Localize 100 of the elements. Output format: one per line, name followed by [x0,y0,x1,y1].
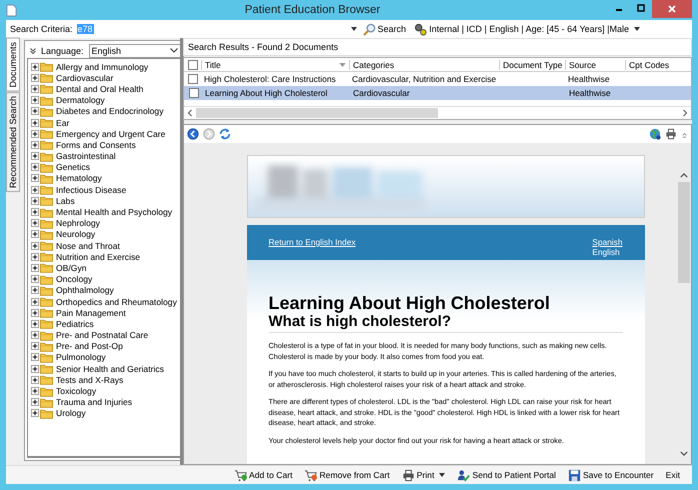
column-header[interactable]: Categories [349,60,499,70]
expand-icon[interactable] [31,152,39,160]
scroll-left-icon[interactable] [187,109,193,117]
column-header[interactable]: Document Type [499,60,565,70]
expand-icon[interactable] [31,398,39,406]
expand-icon[interactable] [31,208,39,216]
tree-item[interactable]: Diabetes and Endocrinology [56,106,164,116]
globe-icon[interactable] [649,128,661,140]
action-button[interactable]: Send to Patient Portal [455,468,558,482]
tree-item[interactable]: Mental Health and Psychology [56,207,172,218]
expand-icon[interactable] [31,331,39,340]
tree-item[interactable]: Nutrition and Exercise [56,252,140,262]
expand-icon[interactable] [31,107,39,116]
tree-item[interactable]: Cardiovascular [56,72,114,83]
expand-icon[interactable] [31,219,39,228]
tree-item[interactable]: Pain Management [56,308,126,318]
tree-item[interactable]: Urology [56,408,86,418]
expand-icon[interactable] [31,163,39,172]
expand-icon[interactable] [31,118,39,127]
tree-item[interactable]: Forms and Consents [56,140,136,150]
tree-item[interactable]: Pre- and Post-Op [56,341,123,352]
row-checkbox[interactable] [188,74,198,84]
expand-icon[interactable] [31,196,39,205]
tree-item[interactable]: Tests and X-Rays [56,374,124,385]
tree-item[interactable]: Ear [56,118,70,128]
scrollbar-thumb[interactable] [678,182,690,283]
result-row[interactable]: Learning About High Cholesterol Cardiovascular Healthwise [184,86,691,100]
close-button[interactable] [652,0,692,18]
tree-item[interactable]: Toxicology [56,386,96,396]
expand-icon[interactable] [31,320,39,328]
tree-item[interactable]: Pediatrics [56,318,94,329]
expand-icon[interactable] [31,242,39,250]
scroll-down-icon[interactable] [680,451,688,456]
row-checkbox[interactable] [188,88,198,98]
scrollbar-thumb[interactable] [196,108,438,118]
expand-icon[interactable] [31,174,39,182]
scroll-right-icon[interactable] [682,109,688,117]
tree-item[interactable]: Orthopedics and Rheumatology [56,296,177,307]
side-tab[interactable]: Documents [6,38,20,92]
action-button[interactable]: Exit [664,470,682,480]
action-button[interactable]: Remove from Cart [302,468,392,482]
expand-icon[interactable] [31,96,39,104]
dropdown-caret-icon[interactable] [350,27,357,31]
tree-item[interactable]: OB/Gyn [56,262,87,273]
side-tab[interactable]: Recommended Search [6,92,20,192]
language-link[interactable]: Spanish [592,237,622,247]
action-button[interactable]: Add to Cart [232,468,294,482]
action-button[interactable]: Save to Encounter [566,468,656,482]
expand-icon[interactable] [31,308,39,317]
tree-item[interactable]: Nephrology [56,218,100,228]
tree-item[interactable]: Gastrointestinal [56,151,116,162]
expand-icon[interactable] [31,298,39,306]
tree-item[interactable]: Pulmonology [56,352,106,362]
expand-icon[interactable] [31,409,39,418]
tree-item[interactable]: Nose and Throat [56,240,120,251]
printer-icon[interactable] [665,128,677,140]
tree-item[interactable]: Trauma and Injuries [56,397,132,408]
expand-icon[interactable] [31,84,39,93]
language-dropdown[interactable]: English [88,44,181,58]
expand-icon[interactable] [31,342,39,350]
tree-item[interactable]: Dental and Oral Health [56,84,144,94]
expand-icon[interactable] [31,286,39,294]
column-header[interactable]: Title [201,60,349,70]
tree-item[interactable]: Senior Health and Geriatrics [56,364,164,374]
tree-item[interactable]: Labs [56,196,75,206]
tree-item[interactable]: Neurology [56,229,96,240]
expand-icon[interactable] [31,140,39,149]
tree-item[interactable]: Pre- and Postnatal Care [56,330,148,340]
tree-item[interactable]: Dermatology [56,95,105,106]
tree-item[interactable]: Hematology [56,173,102,184]
refresh-icon[interactable] [219,128,231,140]
expand-icon[interactable] [31,376,39,384]
return-link[interactable]: Return to English Index [268,237,356,260]
tree-item[interactable]: Emergency and Urgent Care [56,128,166,139]
tree-item[interactable]: Allergy and Immunology [56,62,148,72]
collapse-icon[interactable] [30,48,36,54]
scroll-top-icon[interactable] [681,130,688,138]
scroll-up-icon[interactable] [680,173,688,178]
tree-item[interactable]: Infectious Disease [56,184,126,195]
action-button[interactable]: Print [400,468,448,482]
expand-icon[interactable] [31,130,39,138]
expand-icon[interactable] [31,186,39,194]
criteria-dropdown[interactable]: Internal | ICD | English | Age: [45 - 64 Years] |Male [412,22,642,36]
back-icon[interactable] [187,128,199,140]
column-header[interactable]: Source [565,60,625,70]
expand-icon[interactable] [31,230,39,238]
expand-icon[interactable] [31,264,39,272]
tree-item[interactable]: Oncology [56,274,92,284]
expand-icon[interactable] [31,275,39,284]
expand-icon[interactable] [31,252,39,261]
column-header[interactable]: Cpt Codes [625,60,677,70]
tree-item[interactable]: Genetics [56,162,90,172]
expand-icon[interactable] [31,62,39,71]
expand-icon[interactable] [31,353,39,362]
expand-icon[interactable] [31,387,39,396]
result-row[interactable]: High Cholesterol: Care Instructions Cardiovascular, Nutrition and Exercise Healthwise [184,72,691,86]
expand-icon[interactable] [31,74,39,82]
tree-item[interactable]: Ophthalmology [56,285,114,296]
search-button[interactable]: Search [360,22,408,36]
expand-icon[interactable] [31,364,39,373]
